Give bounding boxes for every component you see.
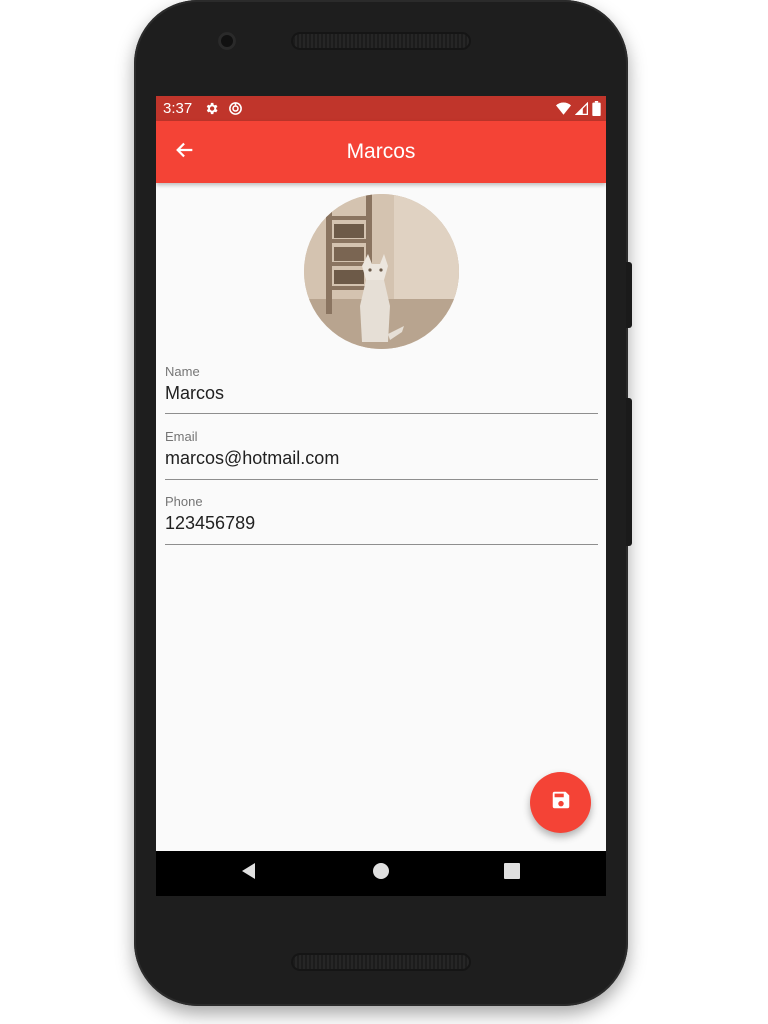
page-title: Marcos bbox=[346, 140, 416, 163]
recents-square-icon bbox=[504, 863, 520, 884]
nav-bar bbox=[156, 851, 606, 896]
nav-recents-button[interactable] bbox=[487, 851, 537, 896]
back-triangle-icon bbox=[240, 862, 258, 885]
save-button[interactable] bbox=[530, 772, 591, 833]
cat-photo bbox=[304, 194, 459, 349]
name-input[interactable]: Marcos bbox=[165, 383, 598, 404]
sync-icon bbox=[228, 101, 243, 116]
home-circle-icon bbox=[372, 862, 390, 885]
bottom-speaker bbox=[291, 953, 471, 971]
app-bar: Marcos bbox=[156, 121, 606, 183]
phone-field[interactable]: Phone 123456789 bbox=[165, 494, 598, 534]
phone-label: Phone bbox=[165, 494, 203, 509]
earpiece-speaker bbox=[291, 32, 471, 50]
name-field[interactable]: Name Marcos bbox=[165, 364, 598, 404]
status-right-icons bbox=[556, 96, 601, 121]
name-label: Name bbox=[165, 364, 200, 379]
power-button bbox=[626, 262, 632, 328]
wifi-icon bbox=[556, 102, 571, 115]
status-time: 3:37 bbox=[163, 100, 193, 117]
nav-home-button[interactable] bbox=[356, 851, 406, 896]
status-bar: 3:37 bbox=[156, 96, 606, 121]
save-icon bbox=[550, 789, 572, 816]
email-underline bbox=[165, 479, 598, 480]
front-camera bbox=[218, 32, 236, 50]
name-underline bbox=[165, 413, 598, 414]
volume-button bbox=[626, 398, 632, 546]
email-field[interactable]: Email marcos@hotmail.com bbox=[165, 429, 598, 469]
nav-back-button[interactable] bbox=[224, 851, 274, 896]
email-label: Email bbox=[165, 429, 198, 444]
screen: 3:37 Marcos Name Marcos Email marcos@hot… bbox=[156, 96, 606, 896]
phone-underline bbox=[165, 544, 598, 545]
battery-icon bbox=[592, 101, 601, 116]
contact-avatar[interactable] bbox=[304, 194, 459, 349]
signal-icon bbox=[575, 102, 588, 115]
settings-icon bbox=[204, 101, 219, 116]
email-input[interactable]: marcos@hotmail.com bbox=[165, 448, 598, 469]
phone-input[interactable]: 123456789 bbox=[165, 513, 598, 534]
